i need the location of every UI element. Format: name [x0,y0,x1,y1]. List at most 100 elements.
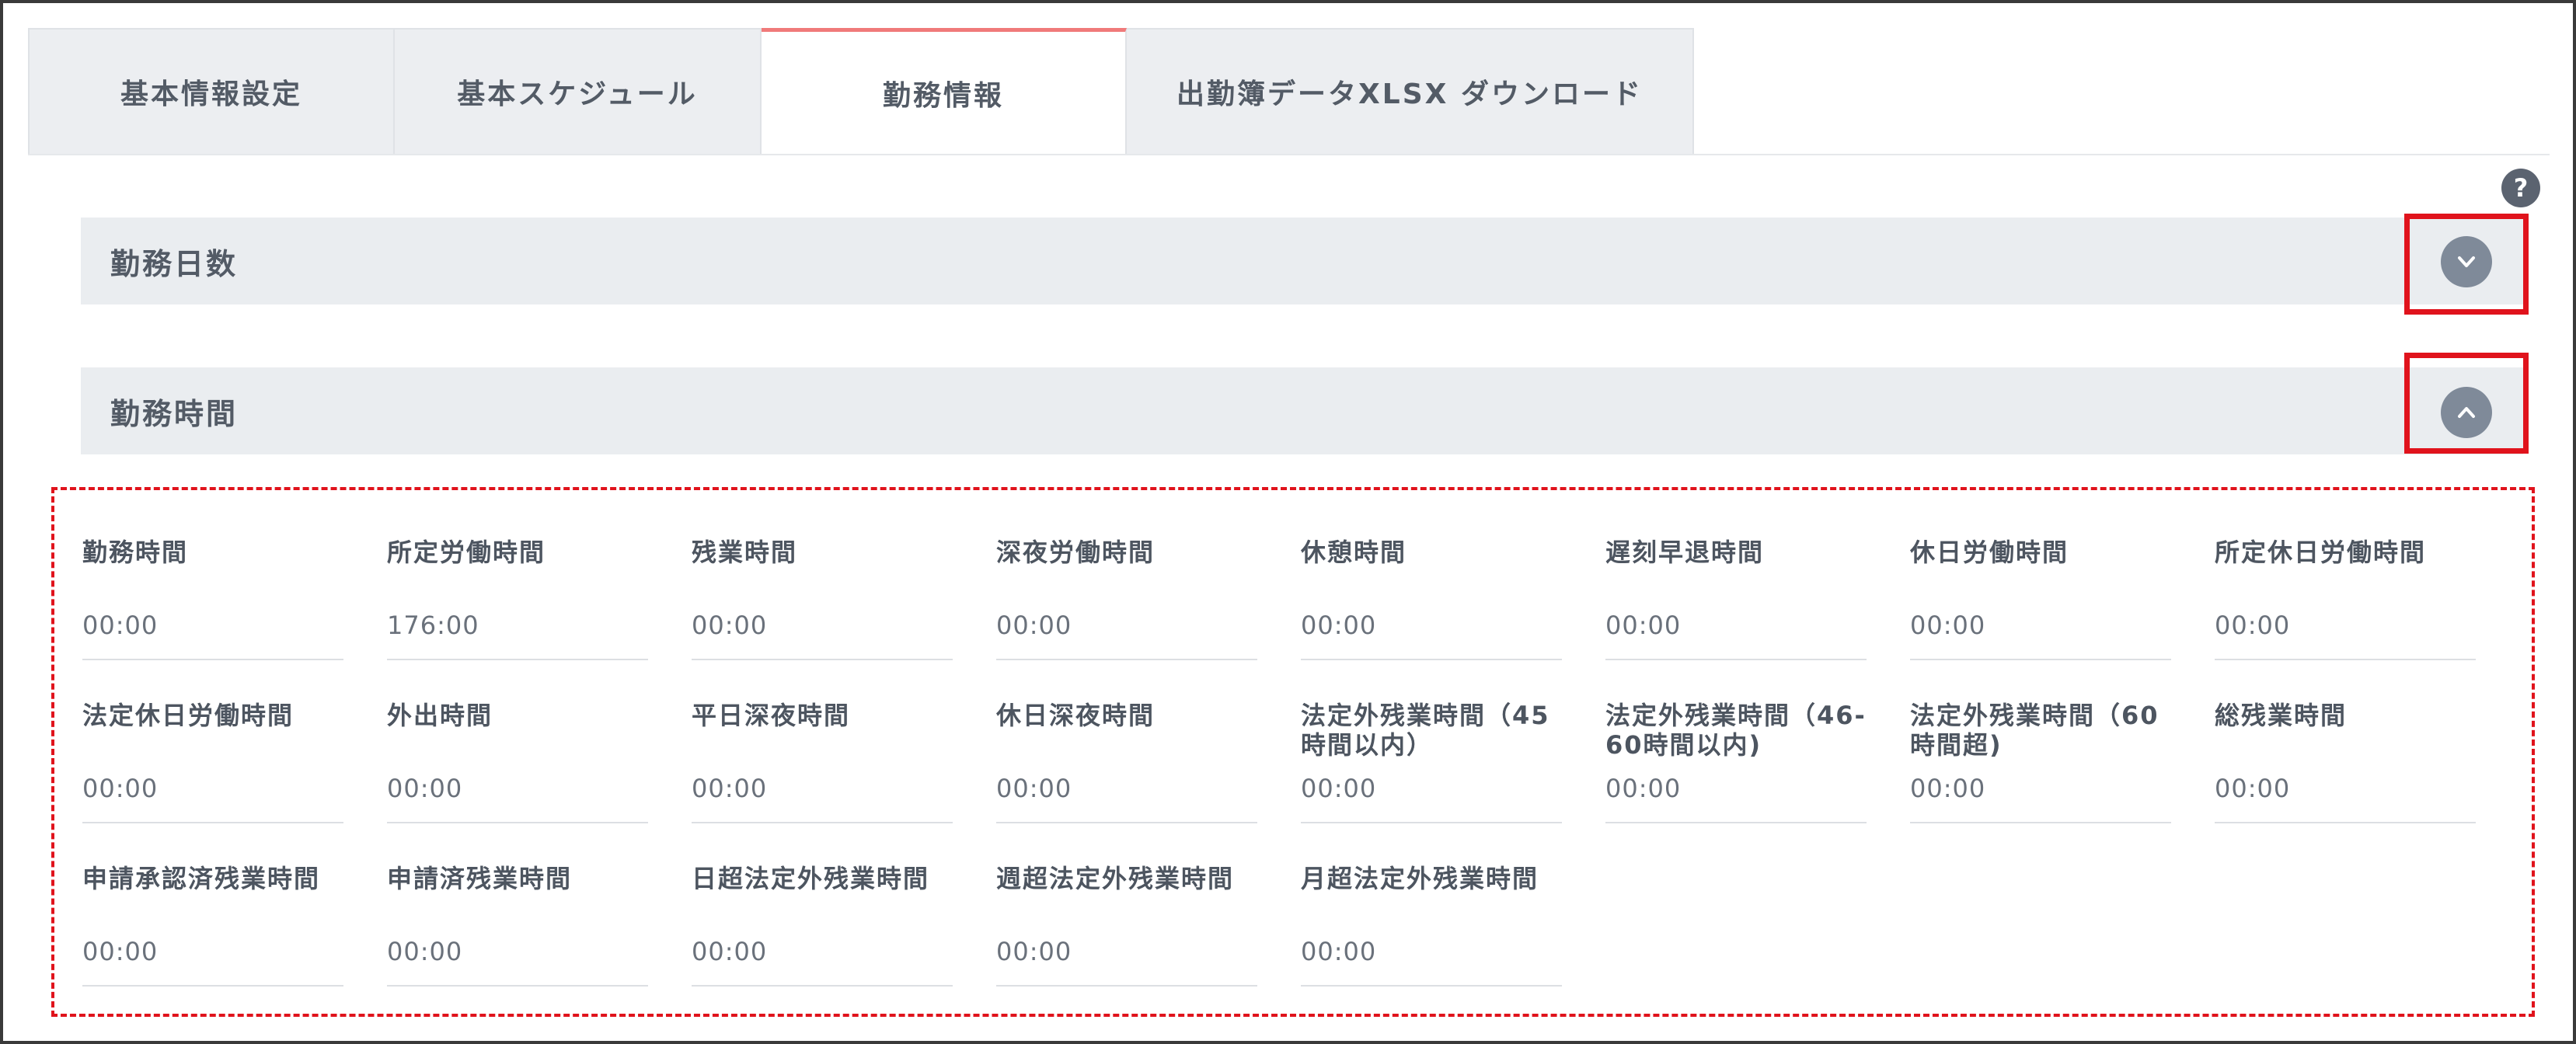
field-label: 深夜労働時間 [996,538,1156,567]
field-value: 00:00 [82,611,159,640]
collapse-hours-button[interactable] [2441,387,2492,438]
field-label: 法定外残業時間（60時間超) [1910,701,2159,760]
field-underline [1301,822,1562,823]
field-underline [387,659,648,660]
field-label: 残業時間 [692,538,798,567]
field-value: 00:00 [1910,774,1986,803]
field-scheduled-holiday-work: 所定休日労働時間 00:00 [2215,516,2476,660]
field-monthly-excess-overtime: 月超法定外残業時間 00:00 [1301,842,1562,987]
section-work-days-title: 勤務日数 [110,246,239,281]
field-requested-overtime: 申請済残業時間 00:00 [387,842,648,987]
field-outing-time: 外出時間 00:00 [387,679,648,823]
section-work-hours[interactable]: 勤務時間 [81,367,2523,454]
window-frame: 基本情報設定 基本スケジュール 勤務情報 出勤簿データXLSX ダウンロード ?… [0,0,2576,1044]
field-underline [996,985,1257,987]
chevron-down-icon [2458,256,2475,267]
field-underline [692,822,953,823]
help-icon[interactable]: ? [2501,169,2540,207]
field-value: 00:00 [1605,774,1682,803]
field-underline [2215,659,2476,660]
field-label: 法定外残業時間（46‐60時間以内) [1605,701,1867,760]
field-underline [82,822,343,823]
field-underline [387,985,648,987]
field-value: 00:00 [692,937,768,966]
field-statutory-overtime-60-plus: 法定外残業時間（60時間超) 00:00 [1910,679,2171,823]
tab-divider [28,154,2550,155]
field-value: 00:00 [2215,774,2291,803]
field-break-time: 休憩時間 00:00 [1301,516,1562,660]
section-work-hours-title: 勤務時間 [110,396,239,431]
field-late-night-work: 深夜労働時間 00:00 [996,516,1257,660]
field-label: 週超法定外残業時間 [996,864,1235,893]
field-value: 00:00 [1605,611,1682,640]
tab-bar: 基本情報設定 基本スケジュール 勤務情報 出勤簿データXLSX ダウンロード [28,28,1694,155]
field-underline [692,985,953,987]
field-underline [82,659,343,660]
field-underline [2215,822,2476,823]
field-daily-excess-overtime: 日超法定外残業時間 00:00 [692,842,953,987]
field-value: 00:00 [692,774,768,803]
field-underline [996,822,1257,823]
field-label: 休日労働時間 [1910,538,2069,567]
field-value: 00:00 [2215,611,2291,640]
field-approved-overtime: 申請承認済残業時間 00:00 [82,842,343,987]
tab-xlsx-download[interactable]: 出勤簿データXLSX ダウンロード [1127,28,1694,155]
field-label: 勤務時間 [82,538,189,567]
field-value: 00:00 [996,937,1072,966]
field-holiday-work: 休日労働時間 00:00 [1910,516,2171,660]
field-label: 所定休日労働時間 [2215,538,2427,567]
field-underline [1301,659,1562,660]
field-value: 00:00 [1301,937,1377,966]
section-work-days[interactable]: 勤務日数 [81,218,2523,304]
field-label: 日超法定外残業時間 [692,864,930,893]
field-statutory-overtime-46-60: 法定外残業時間（46‐60時間以内) 00:00 [1605,679,1867,823]
field-value: 00:00 [387,937,463,966]
field-late-early-leave: 遅刻早退時間 00:00 [1605,516,1867,660]
field-value: 00:00 [1301,774,1377,803]
field-overtime: 残業時間 00:00 [692,516,953,660]
field-weekday-late-night: 平日深夜時間 00:00 [692,679,953,823]
tab-basic-schedule[interactable]: 基本スケジュール [395,28,762,155]
field-label: 平日深夜時間 [692,701,851,730]
field-value: 00:00 [692,611,768,640]
field-value: 00:00 [82,774,159,803]
expand-days-button[interactable] [2441,236,2492,287]
field-value: 00:00 [996,774,1072,803]
chevron-up-icon [2458,407,2475,418]
field-label: 法定休日労働時間 [82,701,295,730]
tab-work-info[interactable]: 勤務情報 [762,28,1127,155]
field-statutory-overtime-45: 法定外残業時間（45時間以内） 00:00 [1301,679,1562,823]
field-underline [996,659,1257,660]
field-work-time: 勤務時間 00:00 [82,516,343,660]
field-holiday-late-night: 休日深夜時間 00:00 [996,679,1257,823]
field-weekly-excess-overtime: 週超法定外残業時間 00:00 [996,842,1257,987]
field-legal-holiday-work: 法定休日労働時間 00:00 [82,679,343,823]
field-underline [1910,822,2171,823]
field-label: 申請承認済残業時間 [82,864,321,893]
field-label: 申請済残業時間 [387,864,573,893]
field-label: 所定労働時間 [387,538,546,567]
field-scheduled-work-time: 所定労働時間 176:00 [387,516,648,660]
field-value: 00:00 [387,774,463,803]
tab-basic-info[interactable]: 基本情報設定 [28,28,395,155]
field-underline [1301,985,1562,987]
field-underline [1605,659,1867,660]
field-label: 総残業時間 [2215,701,2348,730]
field-label: 休日深夜時間 [996,701,1156,730]
field-total-overtime: 総残業時間 00:00 [2215,679,2476,823]
field-label: 法定外残業時間（45時間以内） [1301,701,1550,760]
field-underline [1605,822,1867,823]
field-label: 外出時間 [387,701,493,730]
field-underline [1910,659,2171,660]
field-value: 00:00 [82,937,159,966]
field-underline [387,822,648,823]
field-value: 00:00 [996,611,1072,640]
field-value: 00:00 [1301,611,1377,640]
field-underline [692,659,953,660]
field-value: 00:00 [1910,611,1986,640]
field-value: 176:00 [387,611,479,640]
field-label: 遅刻早退時間 [1605,538,1765,567]
field-label: 休憩時間 [1301,538,1407,567]
field-label: 月超法定外残業時間 [1301,864,1539,893]
field-underline [82,985,343,987]
